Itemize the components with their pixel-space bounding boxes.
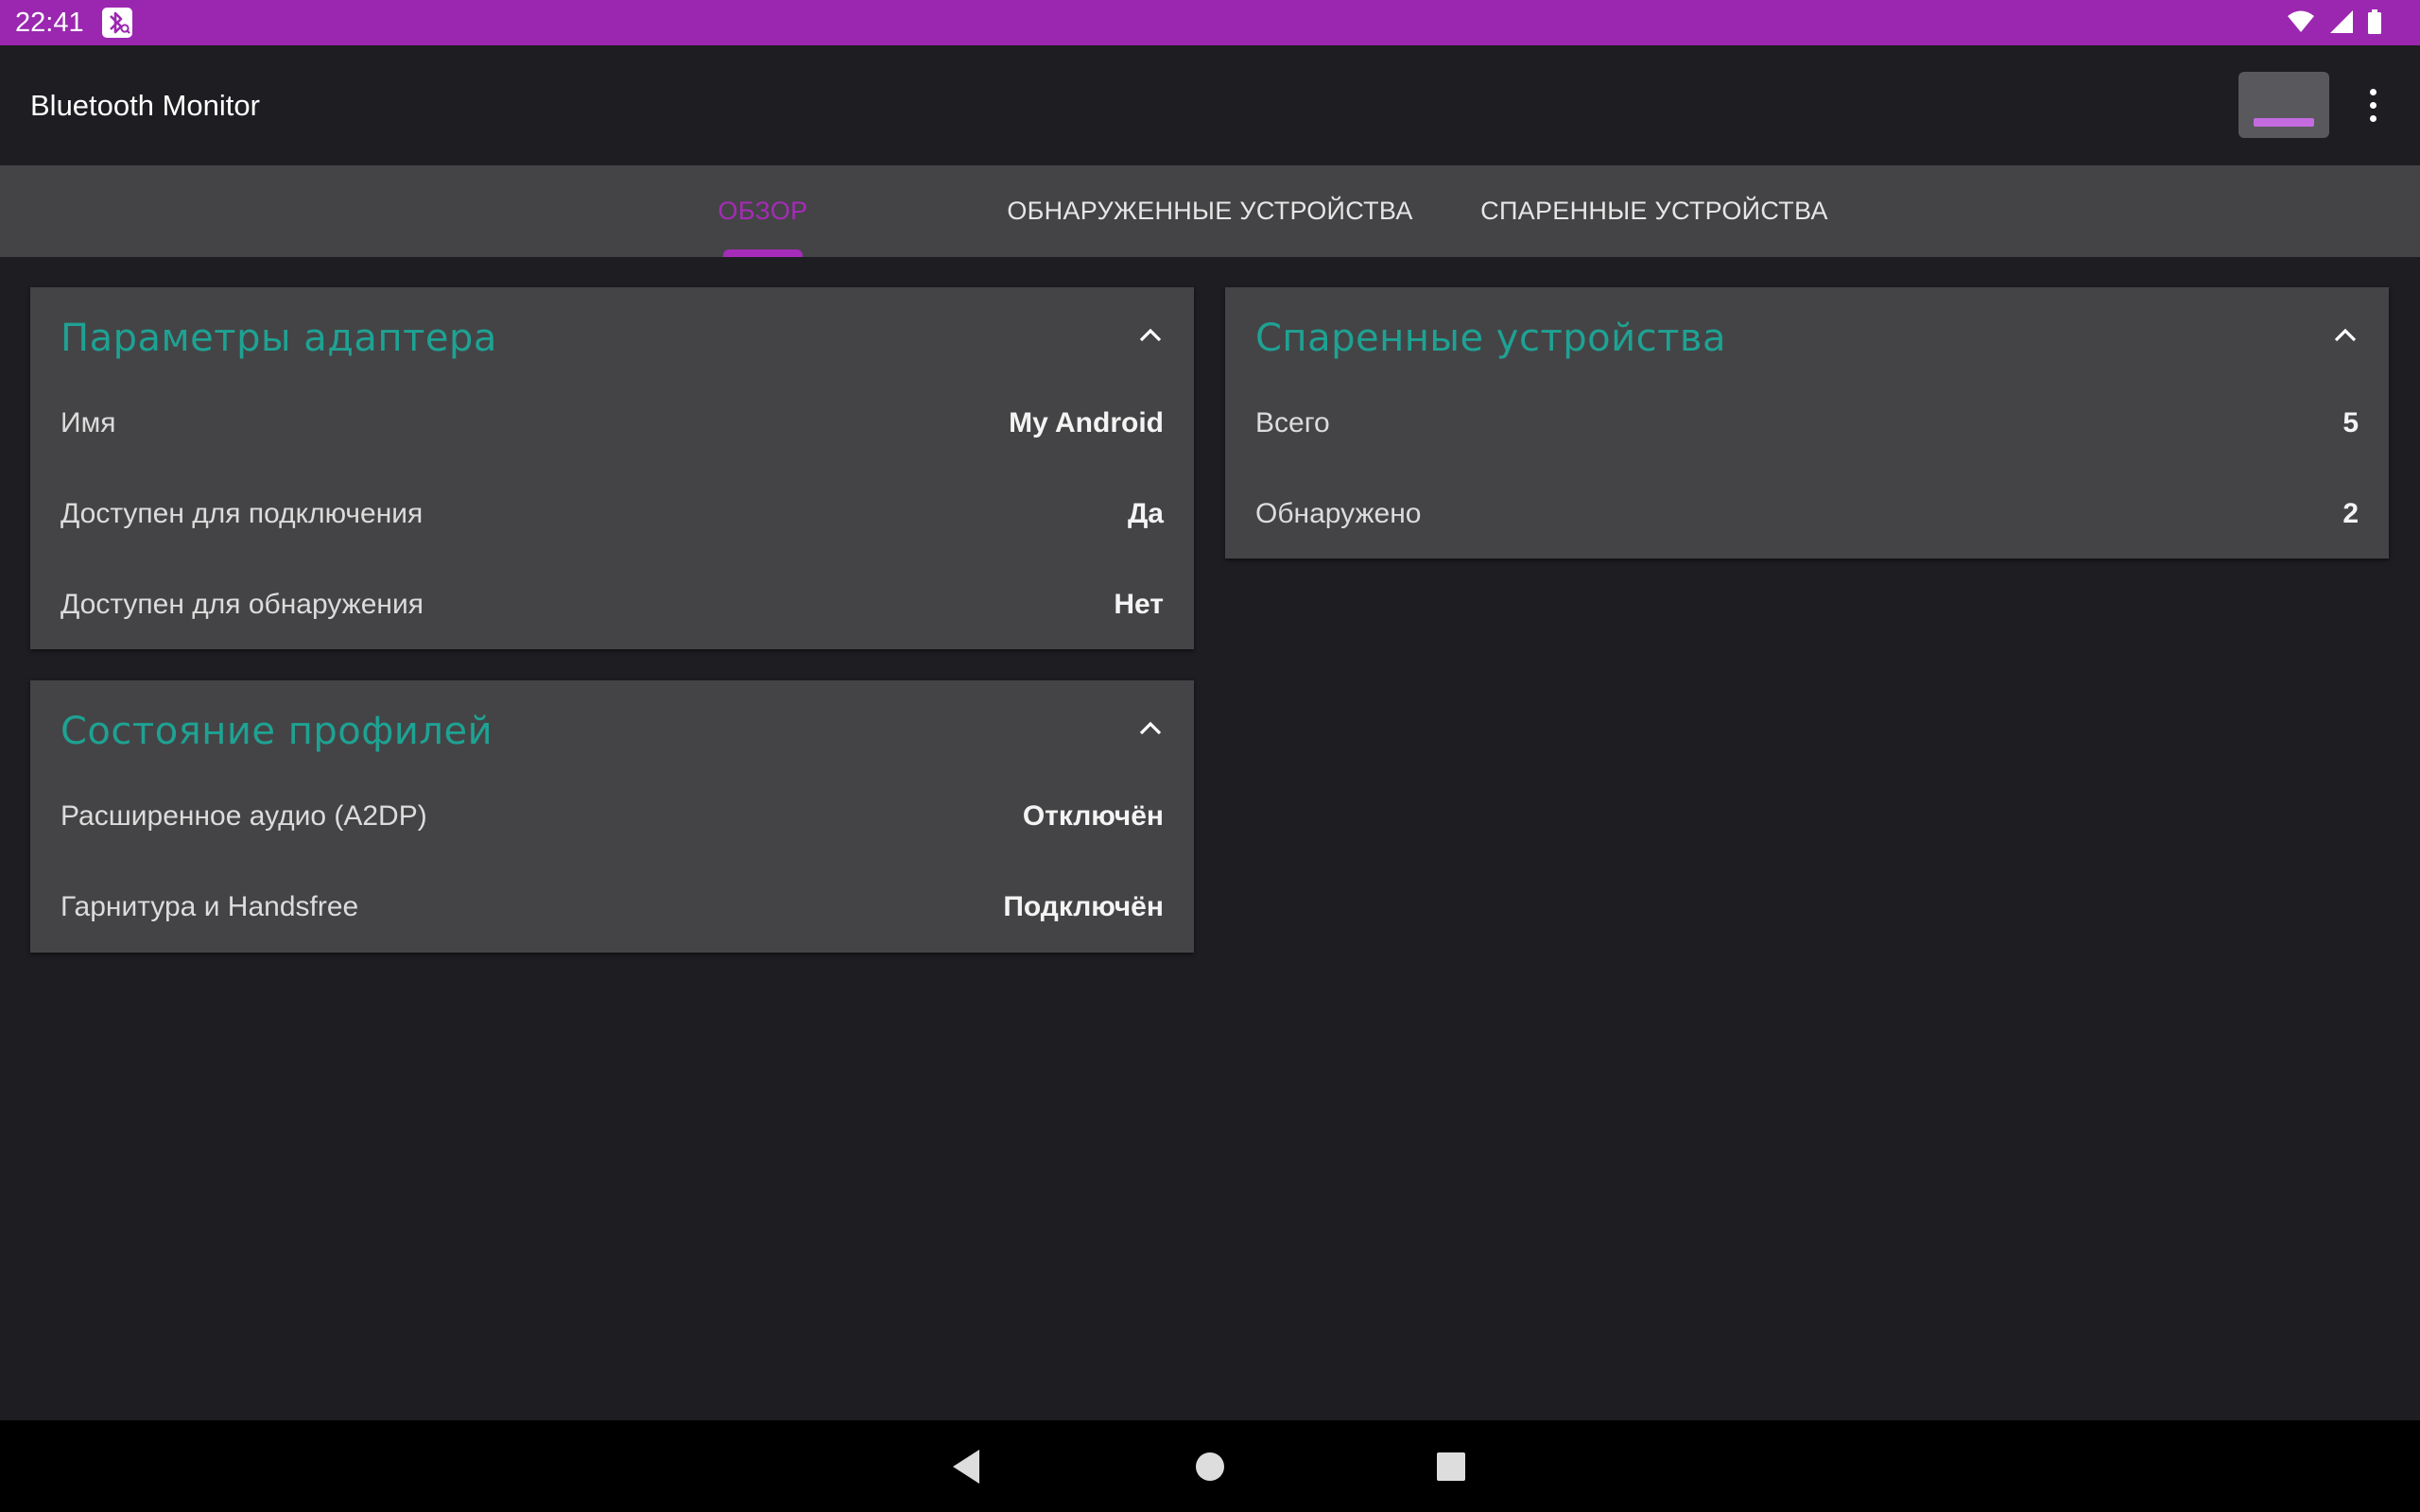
row-label: Обнаружено <box>1255 498 1422 529</box>
bluetooth-search-icon <box>102 8 132 38</box>
status-bar: 22:41 <box>0 0 2420 45</box>
card-title: Спаренные устройства <box>1255 317 1727 360</box>
app-bar: Bluetooth Monitor <box>0 45 2420 165</box>
row-value: 2 <box>2342 498 2359 529</box>
adapter-card: Параметры адаптера Имя My Android Доступ… <box>30 287 1194 649</box>
action-window-icon <box>2254 118 2314 127</box>
row-label: Всего <box>1255 407 1330 438</box>
more-vert-icon[interactable] <box>2352 81 2394 130</box>
wifi-icon <box>2288 10 2315 32</box>
info-row: Обнаружено 2 <box>1255 486 2359 542</box>
tab-label: ОБНАРУЖЕННЫЕ УСТРОЙСТВА <box>1007 197 1413 225</box>
home-icon[interactable] <box>1186 1443 1234 1490</box>
signal-icon <box>2329 10 2353 33</box>
tab-overview[interactable]: ОБЗОР <box>662 165 864 257</box>
profiles-card: Состояние профилей Расширенное аудио (A2… <box>30 680 1194 953</box>
status-time: 22:41 <box>15 8 84 38</box>
battery-icon <box>2368 9 2381 34</box>
row-value: My Android <box>1009 407 1164 438</box>
row-label: Доступен для подключения <box>60 498 424 529</box>
tab-bar: ОБЗОР ОБНАРУЖЕННЫЕ УСТРОЙСТВА СПАРЕННЫЕ … <box>0 165 2420 257</box>
info-row: Доступен для подключения Да <box>60 486 1164 542</box>
row-label: Гарнитура и Handsfree <box>60 891 359 922</box>
tab-discovered-devices[interactable]: ОБНАРУЖЕННЫЕ УСТРОЙСТВА <box>983 165 1437 257</box>
chevron-up-icon[interactable] <box>1132 316 1169 353</box>
tab-paired-devices[interactable]: СПАРЕННЫЕ УСТРОЙСТВА <box>1456 165 1853 257</box>
row-value: Подключён <box>1003 891 1164 922</box>
paired-devices-card: Спаренные устройства Всего 5 Обнаружено … <box>1225 287 2389 558</box>
tab-active-indicator <box>723 249 803 257</box>
tab-label: СПАРЕННЫЕ УСТРОЙСТВА <box>1480 197 1828 225</box>
chevron-up-icon[interactable] <box>1132 709 1169 747</box>
card-title: Состояние профилей <box>60 710 493 753</box>
navigation-bar <box>0 1420 2420 1512</box>
row-value: 5 <box>2342 407 2359 438</box>
row-label: Доступен для обнаружения <box>60 589 424 620</box>
action-window-button[interactable] <box>2238 72 2329 138</box>
recents-icon[interactable] <box>1427 1443 1475 1490</box>
info-row: Расширенное аудио (A2DP) Отключён <box>60 788 1164 845</box>
info-row: Всего 5 <box>1255 395 2359 452</box>
row-value: Нет <box>1114 589 1164 620</box>
info-row: Доступен для обнаружения Нет <box>60 576 1164 633</box>
row-label: Расширенное аудио (A2DP) <box>60 800 427 832</box>
back-icon[interactable] <box>943 1443 991 1490</box>
chevron-up-icon[interactable] <box>2326 316 2364 353</box>
row-value: Отключён <box>1022 800 1164 832</box>
row-value: Да <box>1127 498 1164 529</box>
info-row: Гарнитура и Handsfree Подключён <box>60 879 1164 936</box>
card-title: Параметры адаптера <box>60 317 497 360</box>
row-label: Имя <box>60 407 116 438</box>
app-title: Bluetooth Monitor <box>30 89 260 122</box>
tab-label: ОБЗОР <box>717 197 808 225</box>
info-row: Имя My Android <box>60 395 1164 452</box>
